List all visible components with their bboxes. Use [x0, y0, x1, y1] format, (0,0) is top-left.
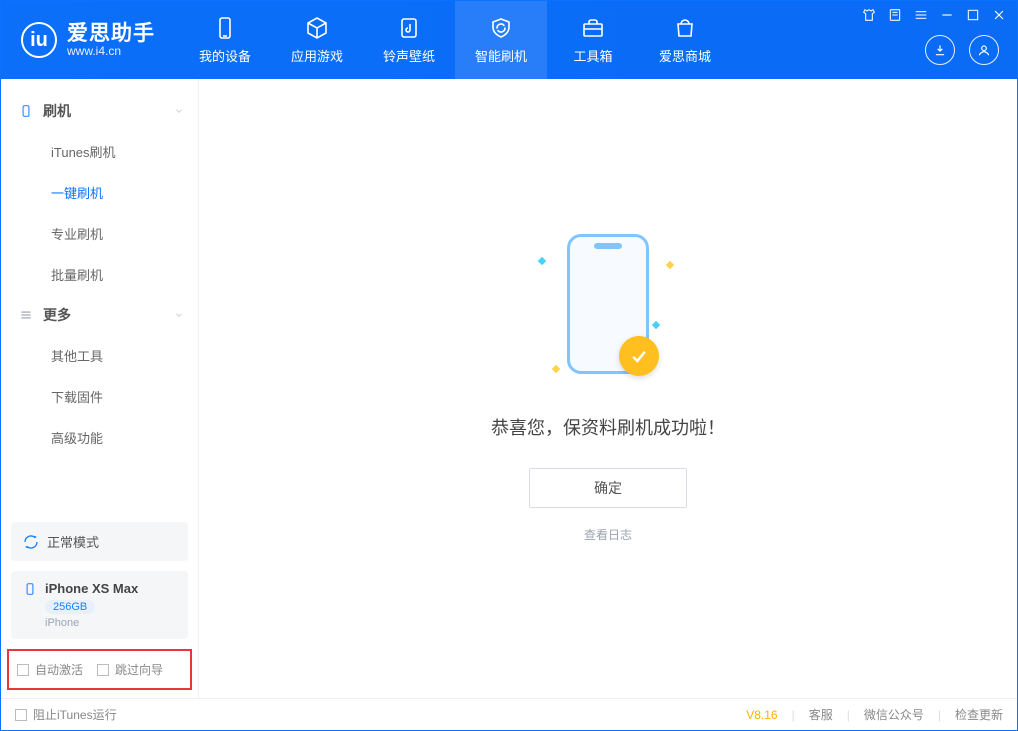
tab-label: 工具箱 [573, 46, 612, 65]
view-log-link[interactable]: 查看日志 [491, 526, 725, 543]
app-url: www.i4.cn [67, 45, 155, 58]
checkbox-label: 跳过向导 [115, 661, 163, 678]
list-icon [19, 308, 33, 322]
tab-label: 我的设备 [199, 46, 251, 65]
checkbox-icon [17, 664, 29, 676]
phone-outline-icon [19, 104, 33, 118]
success-panel: 恭喜您，保资料刷机成功啦！ 确定 查看日志 [491, 234, 725, 543]
section-title: 更多 [43, 305, 71, 325]
sidebar-item-download-firmware[interactable]: 下载固件 [1, 376, 198, 417]
download-icon [933, 43, 947, 57]
sidebar-item-other-tools[interactable]: 其他工具 [1, 335, 198, 376]
download-button[interactable] [925, 35, 955, 65]
app-logo: iu 爱思助手 www.i4.cn [1, 22, 169, 58]
customer-service-link[interactable]: 客服 [809, 706, 833, 723]
menu-button[interactable] [913, 7, 929, 23]
sparkle-icon [538, 257, 546, 265]
checkmark-badge-icon [619, 336, 659, 376]
minimize-button[interactable] [939, 7, 955, 23]
checkbox-icon [97, 664, 109, 676]
status-bar: 阻止iTunes运行 V8.16 | 客服 | 微信公众号 | 检查更新 [1, 698, 1017, 730]
ok-button[interactable]: 确定 [529, 468, 687, 508]
device-subtype: iPhone [45, 617, 176, 629]
note-icon [887, 7, 903, 23]
mode-card[interactable]: 正常模式 [11, 522, 188, 561]
device-icon [23, 582, 37, 596]
device-card[interactable]: iPhone XS Max 256GB iPhone [11, 571, 188, 639]
tab-ringtone-wallpaper[interactable]: 铃声壁纸 [363, 1, 455, 79]
device-icon [213, 16, 237, 40]
toolbox-icon [581, 16, 605, 40]
auto-activate-checkbox[interactable]: 自动激活 [17, 661, 83, 678]
account-button[interactable] [969, 35, 999, 65]
tab-toolbox[interactable]: 工具箱 [547, 1, 639, 79]
music-file-icon [397, 16, 421, 40]
tab-label: 爱思商城 [659, 46, 711, 65]
logo-text: 爱思助手 www.i4.cn [67, 22, 155, 58]
wechat-link[interactable]: 微信公众号 [864, 706, 924, 723]
section-title: 刷机 [43, 101, 71, 121]
tab-store[interactable]: 爱思商城 [639, 1, 731, 79]
header-tabs: 我的设备 应用游戏 铃声壁纸 智能刷机 工具箱 爱思商城 [179, 1, 731, 79]
theme-button[interactable] [861, 7, 877, 23]
separator: | [938, 708, 941, 722]
body: 刷机 iTunes刷机 一键刷机 专业刷机 批量刷机 更多 [1, 79, 1017, 698]
close-icon [991, 7, 1007, 23]
logo-icon: iu [21, 22, 57, 58]
tab-apps-games[interactable]: 应用游戏 [271, 1, 363, 79]
sidebar-scroll: 刷机 iTunes刷机 一键刷机 专业刷机 批量刷机 更多 [1, 79, 198, 522]
check-update-link[interactable]: 检查更新 [955, 706, 1003, 723]
main-content: 恭喜您，保资料刷机成功啦！ 确定 查看日志 [199, 79, 1017, 698]
success-message: 恭喜您，保资料刷机成功啦！ [491, 414, 725, 440]
device-name: iPhone XS Max [45, 581, 138, 596]
maximize-icon [965, 7, 981, 23]
tab-label: 铃声壁纸 [383, 46, 435, 65]
sidebar-item-batch-flash[interactable]: 批量刷机 [1, 254, 198, 295]
bag-icon [673, 16, 697, 40]
sparkle-icon [666, 261, 674, 269]
refresh-shield-icon [489, 16, 513, 40]
stop-itunes-checkbox[interactable]: 阻止iTunes运行 [15, 706, 117, 723]
user-icon [977, 43, 991, 57]
tab-label: 智能刷机 [475, 46, 527, 65]
tab-label: 应用游戏 [291, 46, 343, 65]
chevron-down-icon [174, 103, 184, 119]
device-storage-badge: 256GB [45, 600, 95, 614]
chevron-down-icon [174, 307, 184, 323]
window-controls [861, 7, 1007, 23]
separator: | [847, 708, 850, 722]
sparkle-icon [552, 365, 560, 373]
checkbox-icon [15, 709, 27, 721]
tab-my-device[interactable]: 我的设备 [179, 1, 271, 79]
sidebar-item-one-click-flash[interactable]: 一键刷机 [1, 172, 198, 213]
tab-smart-flash[interactable]: 智能刷机 [455, 1, 547, 79]
sidebar-section-flash[interactable]: 刷机 [1, 91, 198, 131]
sidebar-item-pro-flash[interactable]: 专业刷机 [1, 213, 198, 254]
separator: | [792, 708, 795, 722]
app-window: iu 爱思助手 www.i4.cn 我的设备 应用游戏 铃声壁纸 智能刷机 [0, 0, 1018, 731]
checkbox-label: 阻止iTunes运行 [33, 706, 117, 723]
sidebar-item-itunes-flash[interactable]: iTunes刷机 [1, 131, 198, 172]
skip-guide-checkbox[interactable]: 跳过向导 [97, 661, 163, 678]
feedback-button[interactable] [887, 7, 903, 23]
shirt-icon [861, 7, 877, 23]
header-right-actions [925, 35, 999, 65]
sidebar-section-more[interactable]: 更多 [1, 295, 198, 335]
version-label: V8.16 [746, 708, 777, 722]
app-name: 爱思助手 [67, 22, 155, 45]
titlebar: iu 爱思助手 www.i4.cn 我的设备 应用游戏 铃声壁纸 智能刷机 [1, 1, 1017, 79]
cube-icon [305, 16, 329, 40]
highlighted-options: 自动激活 跳过向导 [7, 649, 192, 690]
checkbox-label: 自动激活 [35, 661, 83, 678]
refresh-icon [23, 534, 39, 550]
maximize-button[interactable] [965, 7, 981, 23]
menu-icon [913, 7, 929, 23]
sparkle-icon [652, 321, 660, 329]
sidebar: 刷机 iTunes刷机 一键刷机 专业刷机 批量刷机 更多 [1, 79, 199, 698]
minimize-icon [939, 7, 955, 23]
sidebar-item-advanced[interactable]: 高级功能 [1, 417, 198, 458]
close-button[interactable] [991, 7, 1007, 23]
success-illustration [513, 234, 703, 394]
mode-label: 正常模式 [47, 532, 99, 551]
